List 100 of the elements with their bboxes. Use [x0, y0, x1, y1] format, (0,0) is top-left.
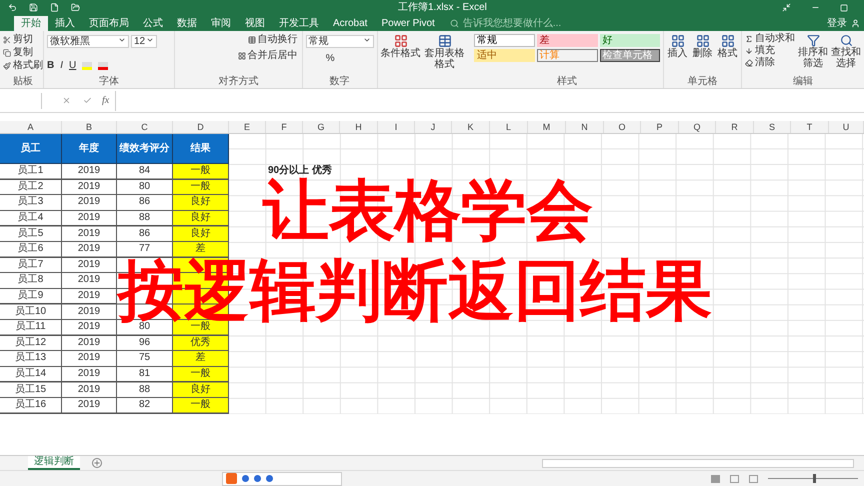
table-cell: 77	[117, 242, 173, 258]
ime-logo-icon	[226, 473, 237, 484]
ribbon-tab[interactable]: 插入	[48, 16, 82, 31]
fill-color-icon[interactable]	[82, 62, 92, 70]
clipboard-button[interactable]: 格式刷	[3, 61, 43, 71]
table-cell: 2019	[62, 258, 117, 274]
cancel-icon[interactable]	[62, 96, 71, 105]
table-cell: 良好	[173, 195, 229, 211]
table-cell: 员工2	[0, 180, 62, 196]
tell-me-field[interactable]: 告诉我您想要做什么...	[450, 16, 562, 31]
table-cell: 良好	[173, 382, 229, 398]
sheet-tab[interactable]: 逻辑判断	[28, 456, 80, 470]
new-file-icon[interactable]	[50, 3, 59, 12]
confirm-icon[interactable]	[83, 96, 92, 105]
format-button[interactable]: I	[60, 60, 64, 70]
column-header[interactable]: U	[829, 121, 864, 133]
column-header[interactable]: S	[754, 121, 791, 133]
ribbon-tab[interactable]: Power Pivot	[374, 16, 442, 31]
table-cell: 员工1	[0, 164, 62, 180]
cells-button[interactable]: 插入	[668, 34, 688, 77]
conditional-format-button[interactable]: 条件格式	[380, 34, 421, 88]
column-header[interactable]: O	[604, 121, 641, 133]
format-button[interactable]: U	[69, 60, 76, 70]
user-icon[interactable]	[851, 19, 860, 28]
column-header[interactable]: F	[266, 121, 303, 133]
column-header[interactable]: T	[791, 121, 829, 133]
ribbon-tab[interactable]: 公式	[136, 16, 170, 31]
search-icon	[840, 34, 852, 47]
column-header[interactable]: R	[716, 121, 754, 133]
cells-button[interactable]: 删除	[692, 34, 713, 77]
column-header[interactable]: L	[490, 121, 528, 133]
editing-button[interactable]: 自动求和	[745, 34, 795, 44]
cell-style-option[interactable]: 常规	[474, 34, 535, 47]
grid-icon	[720, 34, 735, 48]
save-icon[interactable]	[29, 3, 38, 12]
format-button[interactable]: B	[47, 60, 54, 70]
ribbon-tab[interactable]: 视图	[238, 16, 272, 31]
column-header[interactable]: I	[378, 121, 415, 133]
header-cell: 绩效考评分	[117, 134, 173, 164]
down-arrow-icon	[745, 47, 753, 55]
cell-style-option[interactable]: 适中	[474, 49, 535, 62]
ribbon-display-icon[interactable]	[782, 3, 791, 12]
note-text: 90分以上 优秀	[268, 166, 332, 176]
clipboard-button[interactable]: 复制	[3, 48, 43, 58]
page-break-icon[interactable]	[749, 474, 758, 482]
column-header[interactable]: M	[528, 121, 566, 133]
normal-view-icon[interactable]	[711, 474, 720, 482]
column-header[interactable]: J	[415, 121, 452, 133]
cell-style-option[interactable]: 差	[536, 34, 598, 47]
clipboard-button[interactable]: 剪切	[3, 35, 43, 45]
table-format-button[interactable]: 套用表格格式	[422, 34, 467, 88]
sign-in-link[interactable]: 登录	[827, 18, 847, 28]
column-header[interactable]: B	[62, 121, 117, 133]
page-layout-icon[interactable]	[730, 474, 739, 482]
editing-button[interactable]: 填充	[745, 46, 795, 56]
ime-toolbar[interactable]	[222, 472, 342, 486]
ribbon-tab[interactable]: Acrobat	[326, 16, 374, 31]
ribbon-tab[interactable]: 页面布局	[82, 16, 136, 31]
column-header[interactable]: D	[173, 121, 229, 133]
ribbon-tab[interactable]: 数据	[170, 16, 204, 31]
number-format-field[interactable]: 常规	[306, 35, 374, 48]
column-header[interactable]: E	[229, 121, 266, 133]
editing-button[interactable]: 查找和选择	[831, 34, 861, 77]
editing-button[interactable]: 排序和筛选	[798, 34, 828, 77]
column-header[interactable]: K	[452, 121, 490, 133]
font-size-field[interactable]: 12	[131, 35, 157, 48]
add-sheet-icon[interactable]	[92, 458, 102, 468]
column-header[interactable]: A	[0, 121, 62, 133]
font-color-icon[interactable]	[98, 62, 108, 70]
ribbon-tab[interactable]: 开始	[14, 16, 48, 31]
table-cell: 86	[117, 195, 173, 211]
table-cell: 员工15	[0, 382, 62, 398]
column-header[interactable]: C	[117, 121, 173, 133]
column-header[interactable]: G	[303, 121, 340, 133]
undo-icon[interactable]	[8, 3, 17, 12]
column-header[interactable]: H	[340, 121, 378, 133]
cell-style-option[interactable]: 好	[600, 34, 660, 47]
font-name-field[interactable]: 微软雅黑	[47, 35, 129, 48]
editing-button[interactable]: 清除	[745, 58, 795, 68]
table-cell: 一般	[173, 366, 229, 382]
eraser-icon	[745, 59, 753, 67]
zoom-slider-thumb[interactable]	[813, 474, 816, 483]
wrap-text-button[interactable]: 自动换行	[248, 35, 298, 45]
folder-icon[interactable]	[71, 3, 80, 12]
group-label: 字体	[98, 77, 119, 88]
percent-button[interactable]: %	[326, 54, 335, 64]
horizontal-scrollbar[interactable]	[542, 458, 854, 468]
column-header[interactable]: P	[641, 121, 679, 133]
table-cell: 2019	[62, 382, 117, 398]
column-header[interactable]: Q	[679, 121, 716, 133]
ribbon-tab[interactable]: 审阅	[204, 16, 238, 31]
copy-icon	[3, 49, 11, 57]
function-label[interactable]: fx	[102, 93, 110, 108]
restore-icon[interactable]	[840, 4, 848, 12]
merge-center-button[interactable]: 合并后居中	[238, 51, 298, 61]
table-cell: 2019	[62, 288, 117, 304]
cells-button[interactable]: 格式	[718, 34, 738, 77]
ribbon-tab[interactable]: 开发工具	[272, 16, 326, 31]
table-cell: 员工4	[0, 210, 62, 226]
column-header[interactable]: N	[566, 121, 604, 133]
